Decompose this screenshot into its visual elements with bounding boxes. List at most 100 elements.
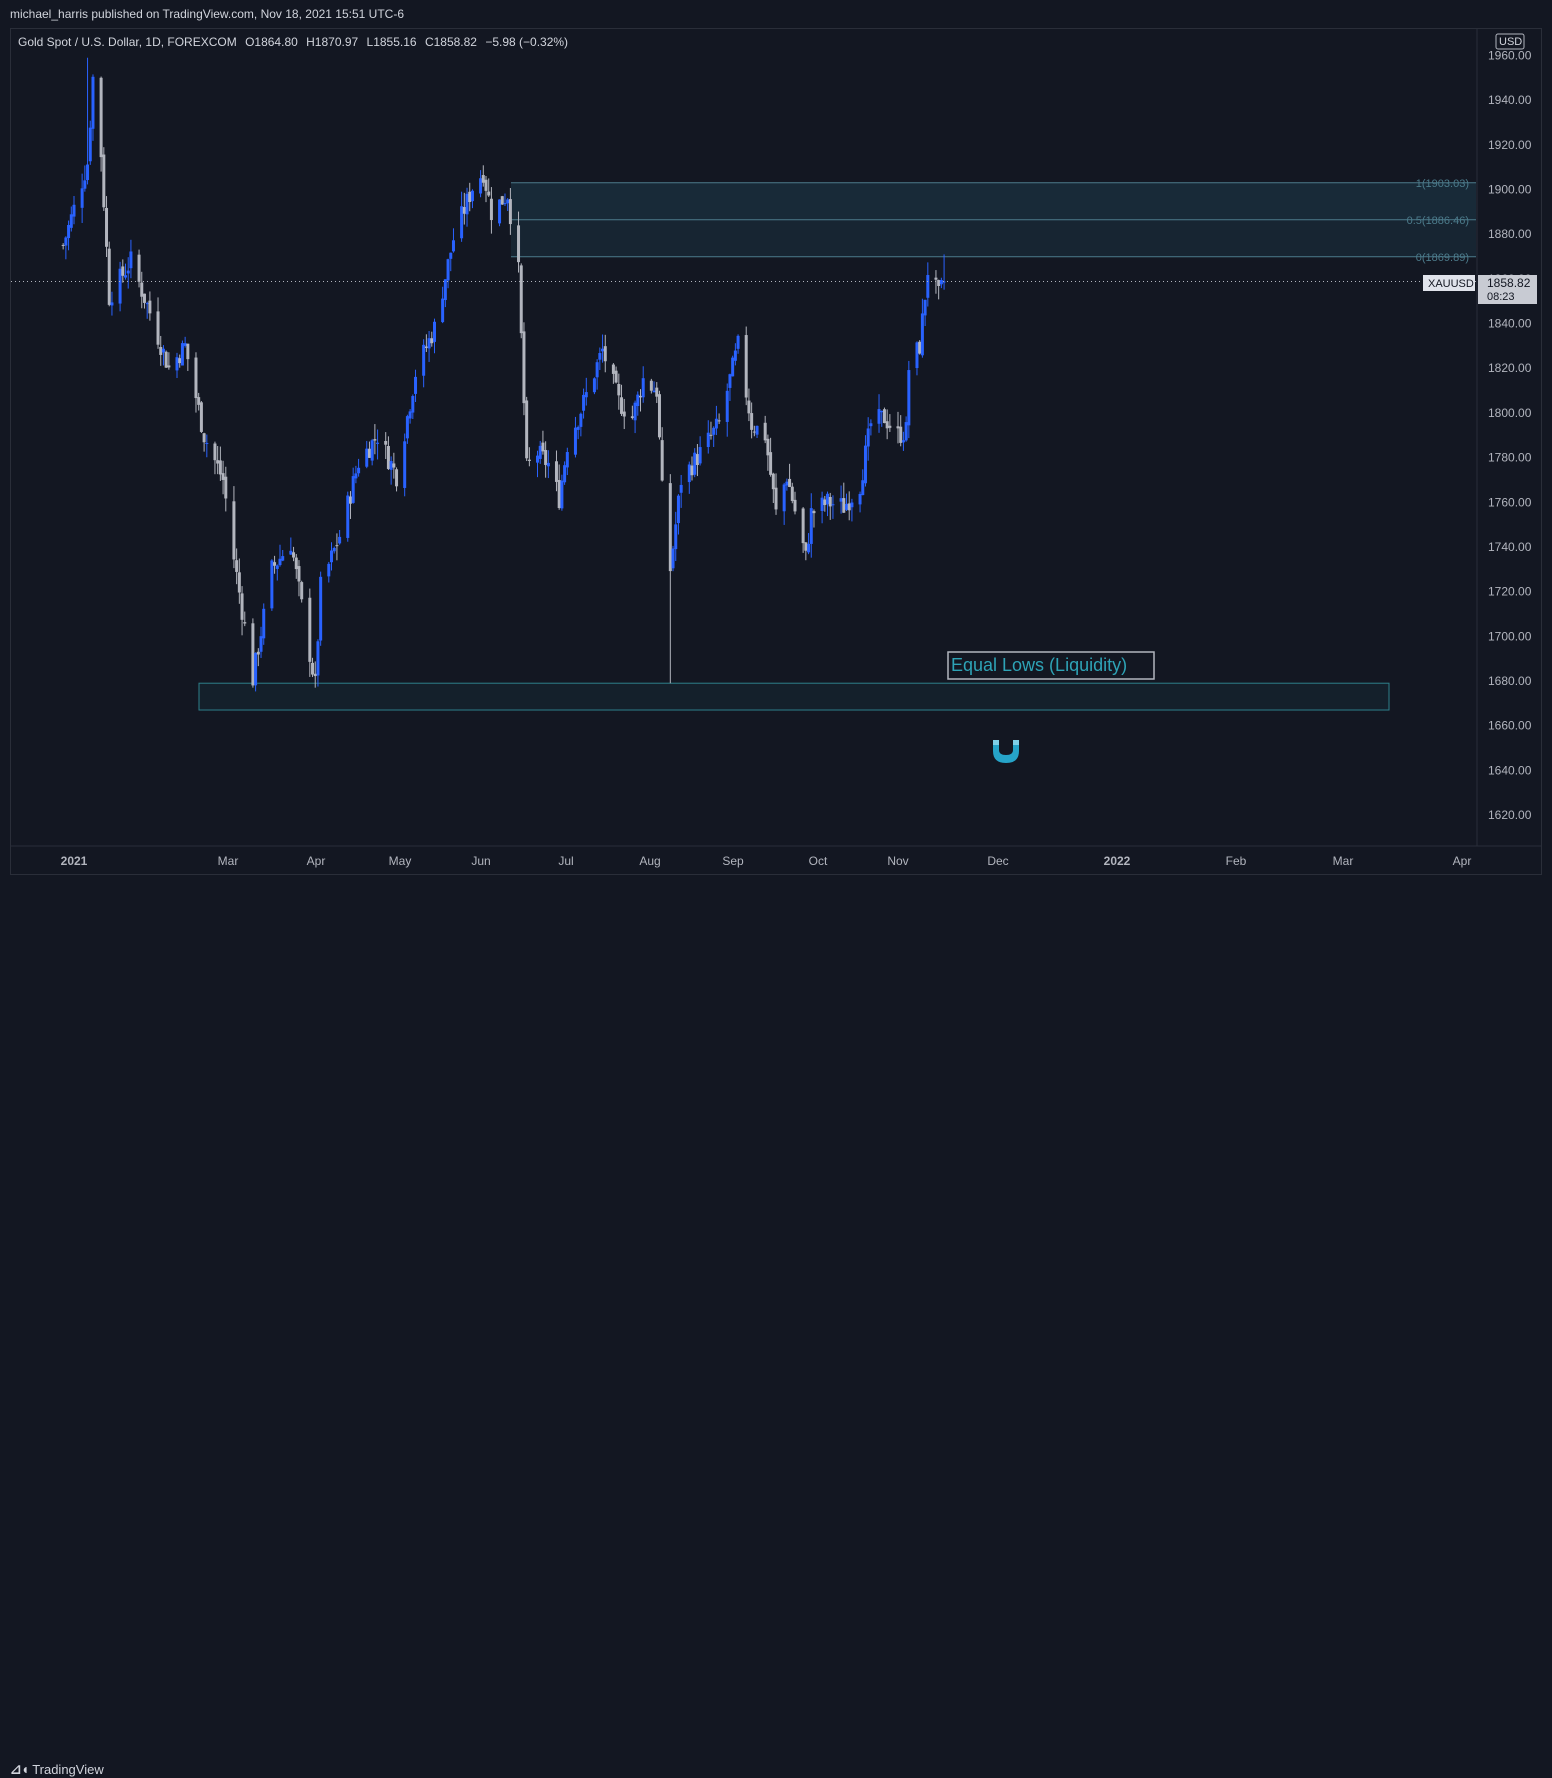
candle-body [611, 364, 615, 374]
price-axis[interactable]: 1960.001940.001920.001900.001880.001860.… [1476, 29, 1532, 846]
candle-body [695, 454, 699, 465]
candle-body [311, 662, 315, 675]
candle-body [714, 418, 718, 429]
candle-body [392, 463, 396, 468]
candle-body [384, 441, 388, 445]
candle-body [573, 427, 577, 455]
candle-body [205, 442, 209, 444]
candle-body [630, 416, 634, 419]
fib-retracement[interactable]: 1(1903.03) 0.5(1886.46) 0(1869.89) [511, 178, 1476, 264]
tradingview-logo[interactable]: ⊿◖ TradingView [10, 1761, 104, 1778]
candle-body [861, 480, 865, 496]
candle-body [156, 311, 160, 345]
legend-symbol[interactable]: Gold Spot / U.S. Dollar, 1D, FOREXCOM [18, 35, 237, 49]
magnet-icon[interactable] [993, 740, 1019, 763]
candle-body [365, 448, 369, 467]
candle-body [294, 557, 298, 570]
candle-body [316, 641, 320, 676]
candle-body [270, 560, 274, 609]
candle-body [896, 426, 900, 429]
candle-body [422, 344, 426, 376]
candle-body [129, 251, 133, 269]
tradingview-brand: TradingView [32, 1762, 104, 1777]
candle-body [498, 199, 502, 224]
candle-body [877, 409, 881, 424]
candle-body [479, 178, 483, 194]
time-tick-label: 2022 [1104, 854, 1131, 868]
candle-body [706, 432, 710, 448]
candle-body [584, 392, 588, 398]
candle-body [178, 358, 182, 364]
candle-body [354, 473, 358, 479]
candle-body [888, 425, 892, 428]
candle-body [904, 422, 908, 441]
price-chart[interactable]: 1(1903.03) 0.5(1886.46) 0(1869.89) Equal L… [0, 0, 1552, 910]
candle-body [519, 265, 523, 334]
price-tick-label: 1880.00 [1488, 227, 1532, 241]
time-tick-label: Feb [1226, 854, 1247, 868]
candle-body [915, 342, 919, 369]
candle-body [880, 410, 884, 413]
liquidity-zone[interactable] [198, 682, 1390, 711]
candle-body [595, 362, 599, 378]
candle-body [717, 420, 721, 422]
candle-body [801, 508, 805, 544]
candle-body [319, 576, 323, 641]
price-tick-label: 1960.00 [1488, 49, 1532, 63]
candle-body [652, 390, 656, 393]
candle-body [330, 550, 333, 563]
candle-body [427, 338, 431, 349]
candle-body [937, 279, 941, 287]
liquidity-zone-rect [198, 682, 1390, 711]
candle-body [167, 365, 171, 368]
candle-body [733, 350, 737, 361]
candle-body [693, 452, 697, 475]
time-tick-label: Jun [471, 854, 490, 868]
candle-body [446, 259, 450, 281]
time-tick-label: 2021 [61, 854, 88, 868]
candle-body [939, 279, 943, 285]
time-tick-label: Apr [1453, 854, 1472, 868]
candle-body [243, 622, 247, 624]
candle-body [842, 498, 846, 513]
candle-body [506, 199, 510, 204]
candle-body [750, 413, 754, 430]
candle-body [69, 214, 73, 228]
candle-body [788, 478, 792, 487]
candle-body [544, 449, 548, 465]
candle-body [278, 558, 282, 566]
price-tag-countdown: 08:23 [1487, 291, 1515, 303]
candle-body [313, 673, 317, 677]
candle-body [164, 351, 168, 368]
candle-body [137, 254, 141, 282]
candle-body [636, 394, 640, 407]
price-tick-label: 1680.00 [1488, 674, 1532, 688]
candle-body [809, 508, 813, 544]
candle-body [376, 442, 380, 444]
time-axis[interactable]: 2021 Mar Apr May Jun Jul Aug Sep Oct Nov Dec 2022 Fe… [11, 845, 1541, 868]
candle-body [866, 428, 870, 447]
candle-body [766, 438, 770, 456]
currency-label[interactable]: USD [1499, 36, 1522, 48]
candle-body [503, 203, 507, 205]
candle-body [275, 565, 279, 569]
candle-body [213, 443, 217, 461]
candle-body [180, 343, 184, 366]
candle-body [386, 445, 390, 469]
candle-body [289, 550, 293, 555]
candle-body [603, 346, 607, 362]
candle-body [863, 445, 867, 484]
candle-body [281, 556, 285, 561]
candle-body [557, 480, 561, 509]
candle-body [489, 198, 493, 221]
candle-body [462, 207, 466, 214]
candle-body [300, 582, 304, 600]
candle-body [408, 411, 412, 419]
candle-body [262, 608, 266, 639]
candle-body [576, 426, 580, 430]
candle-body [64, 237, 68, 246]
time-tick-label: Apr [307, 854, 326, 868]
candle-body [731, 357, 735, 377]
candle-body [820, 497, 824, 511]
candle-body [460, 206, 464, 239]
